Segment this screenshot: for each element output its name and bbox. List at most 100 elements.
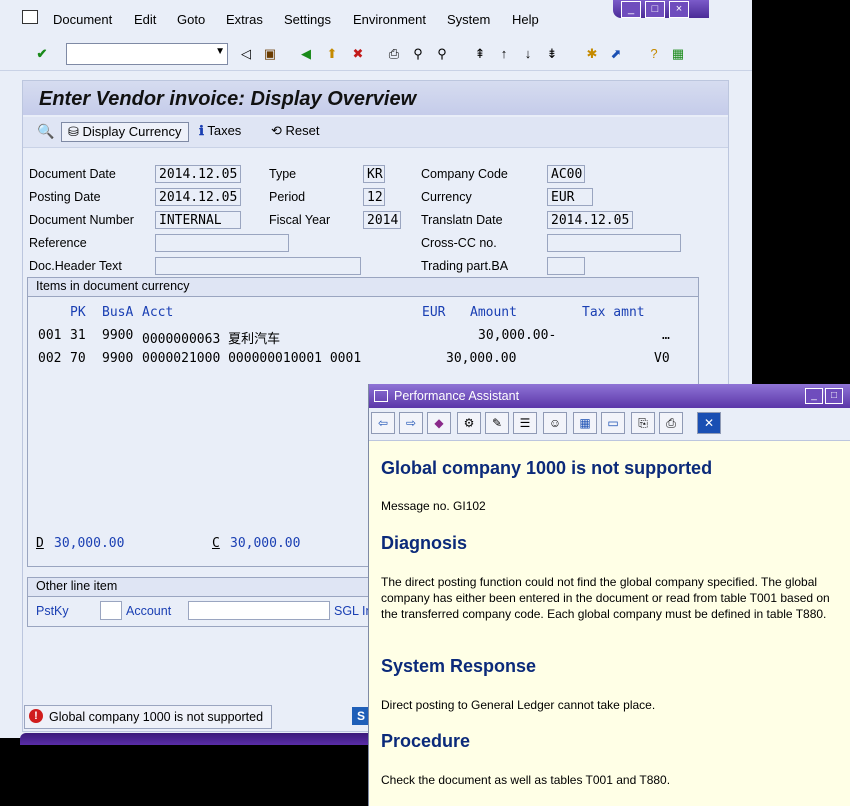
previous-page-icon[interactable]: ↑ <box>496 46 512 62</box>
reset-label: Reset <box>285 123 320 138</box>
enter-check-icon[interactable]: ✔ <box>34 46 50 62</box>
row-line-number: 002 <box>38 351 62 366</box>
menu-bar: Document Edit Goto Extras Settings Envir… <box>0 0 752 38</box>
fiscal-year-field[interactable]: 2014 <box>363 211 401 229</box>
application-toolbar: 🔍 ⛁ Display Currency ℹ Taxes ⟲ Reset <box>23 117 728 148</box>
row-amount: 30,000.00 <box>446 351 517 366</box>
window-menu-icon[interactable] <box>22 10 38 24</box>
command-field[interactable]: ▼ <box>66 43 228 65</box>
page-title: Enter Vendor invoice: Display Overview <box>39 88 417 110</box>
table-icon[interactable]: ▦ <box>573 412 597 434</box>
other-line-item-title: Other line item <box>36 579 118 593</box>
shortcut-icon[interactable]: ⬈ <box>608 46 624 62</box>
row-tax: … <box>662 328 670 343</box>
desktop-background <box>752 0 850 384</box>
menu-system[interactable]: System <box>447 12 490 27</box>
user-icon[interactable]: ☺ <box>543 412 567 434</box>
reference-field[interactable] <box>155 234 289 252</box>
pstky-label: PstKy <box>36 604 69 618</box>
translatn-date-label: Translatn Date <box>421 213 503 227</box>
document-number-field[interactable]: INTERNAL <box>155 211 241 229</box>
text-icon[interactable]: ☰ <box>513 412 537 434</box>
forward-icon[interactable]: ⇨ <box>399 412 423 434</box>
print-icon[interactable]: ⎙ <box>386 46 402 62</box>
cross-cc-label: Cross-CC no. <box>421 236 497 250</box>
create-session-icon[interactable]: ✱ <box>584 46 600 62</box>
back-icon[interactable]: ⇦ <box>371 412 395 434</box>
menu-document[interactable]: Document <box>53 12 112 27</box>
menu-help[interactable]: Help <box>512 12 539 27</box>
account-input[interactable] <box>188 601 330 620</box>
close-icon[interactable]: × <box>669 1 689 18</box>
credit-label: C <box>212 536 220 551</box>
period-field[interactable]: 12 <box>363 188 385 206</box>
status-bar[interactable]: ! Global company 1000 is not supported <box>24 705 272 729</box>
cancel-icon[interactable]: ✖ <box>350 46 366 62</box>
back-icon[interactable]: ◀ <box>298 46 314 62</box>
screen-title-bar: Enter Vendor invoice: Display Overview <box>23 81 728 115</box>
posting-date-label: Posting Date <box>29 190 101 204</box>
bookmark-icon[interactable]: ⎘ <box>631 412 655 434</box>
pstky-input[interactable] <box>100 601 122 620</box>
translatn-date-field[interactable]: 2014.12.05 <box>547 211 633 229</box>
layout-menu-icon[interactable]: ▦ <box>670 46 686 62</box>
column-eur: EUR <box>422 305 446 320</box>
trading-part-field[interactable] <box>547 257 585 275</box>
row-amount: 30,000.00- <box>478 328 557 343</box>
save-icon[interactable]: ▣ <box>262 46 278 62</box>
fiscal-year-label: Fiscal Year <box>269 213 331 227</box>
help-book-icon[interactable]: ◆ <box>427 412 451 434</box>
maximize-icon[interactable]: □ <box>645 1 665 18</box>
performance-assistant-toolbar: ⇦ ⇨ ◆ ⚙ ✎ ☰ ☺ ▦ ▭ ⎘ ⎙ ✕ <box>369 408 850 441</box>
find-icon[interactable]: ⚲ <box>410 46 426 62</box>
debit-label: D <box>36 536 44 551</box>
minimize-icon[interactable]: _ <box>621 1 641 18</box>
chevron-down-icon[interactable]: ▼ <box>215 46 225 57</box>
type-field[interactable]: KR <box>363 165 385 183</box>
reset-button[interactable]: ⟲ Reset <box>271 123 320 139</box>
display-currency-button[interactable]: ⛁ Display Currency <box>61 122 189 142</box>
posting-date-field[interactable]: 2014.12.05 <box>155 188 241 206</box>
menu-edit[interactable]: Edit <box>134 12 156 27</box>
link-icon[interactable]: ▭ <box>601 412 625 434</box>
menu-goto[interactable]: Goto <box>177 12 205 27</box>
find-next-icon[interactable]: ⚲ <box>434 46 450 62</box>
company-code-field[interactable]: AC00 <box>547 165 585 183</box>
document-overview-icon[interactable]: 🔍 <box>37 123 54 140</box>
taxes-label: Taxes <box>207 123 242 138</box>
document-date-field[interactable]: 2014.12.05 <box>155 165 241 183</box>
exit-icon[interactable]: ⬆ <box>324 46 340 62</box>
next-page-icon[interactable]: ↓ <box>520 46 536 62</box>
column-busa: BusA <box>102 305 134 320</box>
pa-procedure-text: Check the document as well as tables T00… <box>381 773 671 787</box>
maximize-icon[interactable]: □ <box>825 388 843 404</box>
items-section-header: Items in document currency <box>28 278 698 297</box>
sgl-indicator-label: SGL In <box>334 604 373 618</box>
pa-procedure-heading: Procedure <box>381 731 471 751</box>
row-pk: 70 <box>70 351 86 366</box>
doc-header-text-field[interactable] <box>155 257 361 275</box>
row-account: 0000021000 000000010001 0001 <box>142 351 362 366</box>
menu-settings[interactable]: Settings <box>284 12 331 27</box>
debit-total: 30,000.00 <box>54 536 125 551</box>
print-icon[interactable]: ⎙ <box>659 412 683 434</box>
close-icon[interactable]: ✕ <box>697 412 721 434</box>
last-page-icon[interactable]: ⇟ <box>544 46 560 62</box>
menu-extras[interactable]: Extras <box>226 12 263 27</box>
minimize-icon[interactable]: _ <box>805 388 823 404</box>
window-icon <box>374 390 388 402</box>
reset-icon: ⟲ <box>271 123 282 138</box>
back-arrow-icon[interactable]: ◁ <box>238 46 254 62</box>
taxes-button[interactable]: ℹ Taxes <box>199 123 241 139</box>
menu-environment[interactable]: Environment <box>353 12 426 27</box>
first-page-icon[interactable]: ⇞ <box>472 46 488 62</box>
document-number-label: Document Number <box>29 213 134 227</box>
currency-field[interactable]: EUR <box>547 188 593 206</box>
cross-cc-field[interactable] <box>547 234 681 252</box>
currency-icon: ⛁ <box>68 124 79 139</box>
column-acct: Acct <box>142 305 174 320</box>
period-label: Period <box>269 190 306 204</box>
technical-info-icon[interactable]: ⚙ <box>457 412 481 434</box>
edit-icon[interactable]: ✎ <box>485 412 509 434</box>
help-icon[interactable]: ? <box>646 46 662 62</box>
